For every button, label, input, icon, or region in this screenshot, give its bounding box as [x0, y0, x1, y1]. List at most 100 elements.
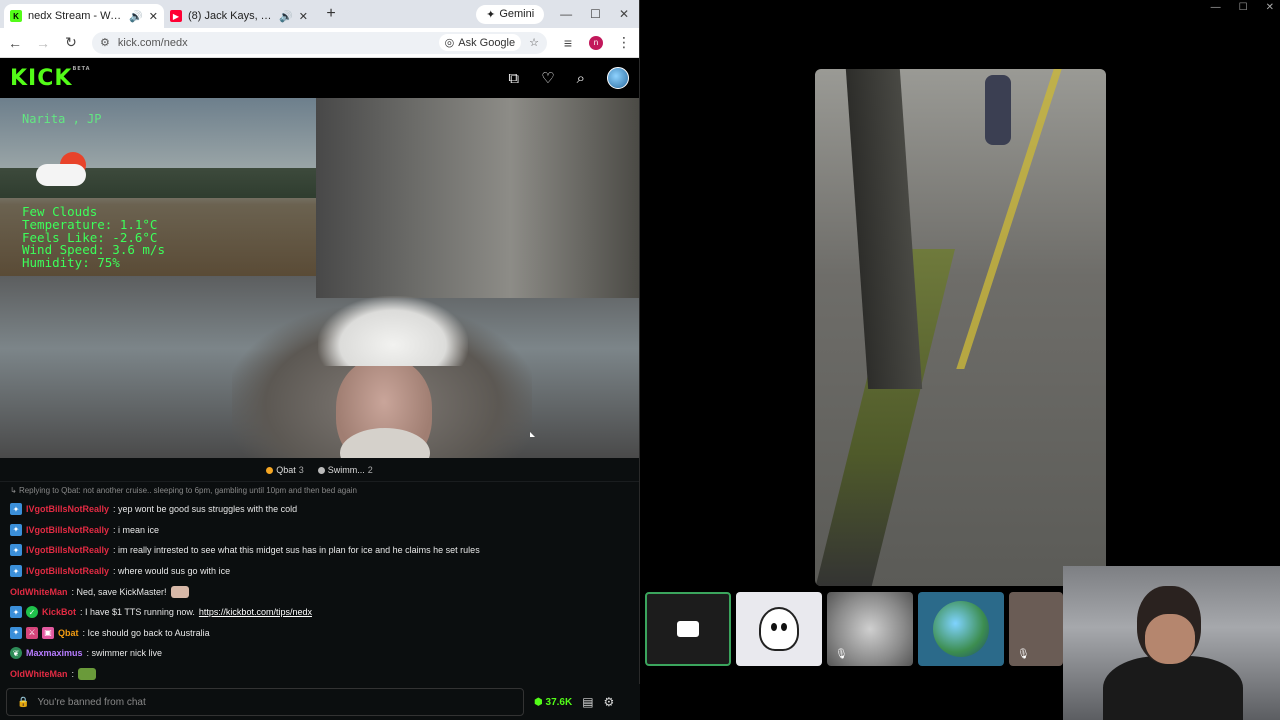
viewer-chip[interactable]: Qbat 3 [266, 465, 304, 475]
minimize-icon[interactable]: — [1211, 2, 1221, 13]
og-badge-icon: ❦ [10, 647, 22, 660]
chat-username[interactable]: OldWhiteMan [10, 669, 68, 679]
weather-details: Few Clouds Temperature: 1.1°C Feels Like… [22, 204, 165, 271]
viewer-name: Qbat [276, 464, 296, 475]
pinned-viewers-bar: Qbat 3 Swimm... 2 [0, 458, 639, 482]
chat-username[interactable]: IVgotBillsNotReally [26, 504, 109, 514]
ghost-avatar-icon [759, 607, 799, 651]
kick-logo-text: KICK [10, 65, 73, 91]
chat-username[interactable]: IVgotBillsNotReally [26, 545, 109, 555]
chat-text: : Ice should go back to Australia [82, 627, 210, 638]
cowboy-hat [318, 296, 468, 366]
chat-link[interactable]: https://kickbot.com/tips/nedx [199, 607, 312, 617]
chat-username[interactable]: IVgotBillsNotReally [26, 525, 109, 535]
browser-toolbar: ← → ↻ ⚙ kick.com/nedx ◎ Ask Google ☆ ≡ n… [0, 28, 639, 58]
tab-strip: K nedx Stream - Watch Live o 🔊 ✕ ▶ (8) J… [0, 0, 639, 28]
address-bar[interactable]: ⚙ kick.com/nedx ◎ Ask Google ☆ [92, 31, 547, 54]
chat-text: : i mean ice [113, 524, 160, 535]
participant-tile-planet[interactable] [918, 592, 1004, 666]
planet-avatar-icon [933, 601, 989, 657]
chat-message: OldWhiteMan: [10, 664, 629, 682]
chat-username[interactable]: KickBot [42, 607, 76, 617]
chat-input-row: 🔒 You're banned from chat ⬢ 37.6K ▤ ⚙ [0, 684, 640, 720]
menu-kebab-icon[interactable]: ⋮ [617, 34, 631, 51]
curtain-background [316, 98, 639, 298]
kick-logo[interactable]: KICKBETA [10, 66, 91, 91]
facecam-body [1103, 656, 1243, 720]
youtube-favicon-icon: ▶ [170, 10, 182, 22]
chat-username[interactable]: OldWhiteMan [10, 587, 68, 597]
tab-youtube[interactable]: ▶ (8) Jack Kays, Travis Barker 🔊 ✕ [164, 4, 314, 28]
participant-tile-ghost[interactable] [736, 592, 822, 666]
new-tab-button[interactable]: + [320, 5, 342, 23]
reload-icon[interactable]: ↻ [64, 34, 78, 51]
maximize-icon[interactable]: ☐ [590, 7, 601, 21]
minimize-icon[interactable]: — [560, 7, 572, 21]
chat-username[interactable]: Maxmaximus [26, 648, 83, 658]
chat-message: ✦ IVgotBillsNotReally: where would sus g… [10, 561, 629, 582]
close-tab-icon[interactable]: ✕ [149, 10, 158, 23]
chat-input[interactable]: 🔒 You're banned from chat [6, 688, 524, 716]
kick-favicon-icon: K [10, 10, 22, 22]
chat-username[interactable]: IVgotBillsNotReally [26, 566, 109, 576]
subscriber-badge-icon: ✦ [10, 523, 22, 536]
gemini-button[interactable]: ✦ Gemini [476, 4, 545, 24]
weather-location: Narita , JP [22, 112, 102, 126]
search-icon[interactable]: ⌕ [577, 70, 585, 87]
viewer-chip[interactable]: Swimm... 2 [317, 465, 373, 475]
gemini-label: Gemini [499, 8, 535, 20]
chat-settings-gear-icon[interactable]: ⚙ [604, 695, 615, 709]
muted-mic-icon: 🎙 [1017, 649, 1030, 660]
close-window-icon[interactable]: ✕ [1266, 2, 1274, 13]
participant-tile-man[interactable]: 🎙 [1009, 592, 1063, 666]
browser-window: K nedx Stream - Watch Live o 🔊 ✕ ▶ (8) J… [0, 0, 640, 720]
site-info-icon[interactable]: ⚙ [100, 36, 110, 49]
points-value: 37.6K [545, 696, 573, 708]
participant-tile-camera[interactable] [645, 592, 731, 666]
ask-google-button[interactable]: ◎ Ask Google [438, 34, 522, 51]
chat-message: ✦ IVgotBillsNotReally : i mean ice [10, 520, 629, 541]
video-call-window: — ☐ ✕ 🎙 🎙 [641, 0, 1280, 720]
kick-header: KICKBETA ⧉ ♡ ⌕ [0, 58, 639, 98]
address-url[interactable]: kick.com/nedx [118, 37, 431, 49]
chat-text: : [71, 669, 75, 680]
reply-context: ↳ Replying to Qbat: not another cruise..… [10, 486, 357, 495]
viewer-count: 3 [298, 464, 304, 475]
tab-title: nedx Stream - Watch Live o [28, 10, 123, 22]
tab-kick[interactable]: K nedx Stream - Watch Live o 🔊 ✕ [4, 4, 164, 28]
subscriber-badge-icon: ✦ [10, 626, 22, 639]
close-window-icon[interactable]: ✕ [619, 7, 629, 21]
participant-tiles: 🎙 🎙 [645, 592, 1063, 666]
bookmark-star-icon[interactable]: ☆ [529, 36, 539, 49]
ask-google-label: Ask Google [458, 36, 516, 49]
media-control-icon[interactable]: ≡ [561, 35, 575, 51]
subscriber-badge-icon: ✦ [10, 565, 22, 578]
emote-icon [170, 585, 189, 598]
close-tab-icon[interactable]: ✕ [299, 10, 308, 23]
back-icon[interactable]: ← [8, 35, 22, 51]
pedestrian-figure [985, 75, 1011, 145]
chat-text: : Ned, save KickMaster! [71, 586, 167, 597]
google-lens-icon: ◎ [444, 37, 455, 49]
main-stream-view[interactable] [815, 69, 1106, 586]
chat-username[interactable]: Qbat [58, 628, 79, 638]
speaker-icon[interactable]: 🔊 [129, 10, 143, 23]
gift-store-icon[interactable]: ▤ [582, 695, 593, 709]
camera-icon [677, 621, 699, 637]
browse-icon[interactable]: ⧉ [508, 70, 519, 87]
chat-message: ✦ ✓ KickBot: I have $1 TTS running now. … [10, 602, 629, 623]
maximize-icon[interactable]: ☐ [1239, 2, 1248, 13]
participant-tile-cat[interactable]: 🎙 [827, 592, 913, 666]
forward-icon[interactable]: → [36, 35, 50, 51]
stream-video[interactable]: Narita , JP Few Clouds Temperature: 1.1°… [0, 98, 639, 458]
mouse-cursor-icon [530, 432, 535, 437]
speaker-icon[interactable]: 🔊 [279, 10, 293, 23]
channel-points[interactable]: ⬢ 37.6K [534, 697, 572, 708]
subscriber-badge-icon: ✦ [10, 606, 22, 619]
chat-text: : im really intrested to see what this m… [113, 545, 480, 556]
verified-badge-icon: ✓ [26, 606, 38, 619]
user-avatar[interactable] [607, 67, 629, 89]
following-heart-icon[interactable]: ♡ [541, 69, 554, 87]
lock-icon: 🔒 [17, 696, 30, 708]
profile-avatar[interactable]: n [589, 35, 603, 50]
